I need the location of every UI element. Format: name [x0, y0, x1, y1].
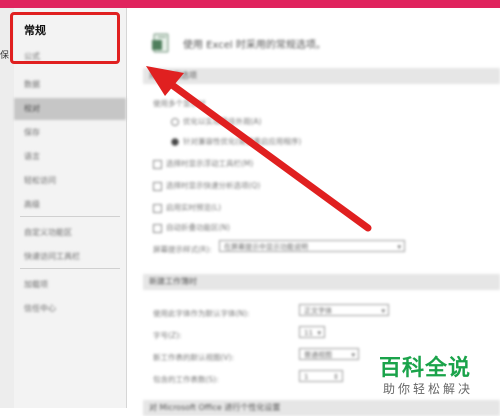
- background-window-strip: 保: [0, 8, 15, 408]
- default-font-select[interactable]: 正文字体 ▾: [299, 304, 389, 316]
- radio-icon: [171, 118, 179, 126]
- default-view-value: 普通视图: [304, 351, 332, 359]
- font-size-value: 11: [304, 329, 313, 337]
- font-size-label: 字号(Z):: [153, 331, 182, 340]
- sidebar-item-advanced[interactable]: 高级: [14, 194, 126, 216]
- sidebar-item-proofing[interactable]: 校对: [14, 98, 126, 120]
- sidebar-item-customize-ribbon[interactable]: 自定义功能区: [14, 222, 126, 244]
- chk-live-preview[interactable]: 启用实时预览(L): [153, 202, 221, 213]
- chk-quick-analysis[interactable]: 选择时显示快速分析选项(Q): [153, 180, 260, 191]
- checkbox-label: 启用实时预览(L): [166, 203, 222, 212]
- watermark-subtitle: 助你轻松解决: [383, 382, 474, 396]
- excel-options-icon: [152, 33, 169, 53]
- checkbox-icon: [153, 203, 162, 213]
- top-accent-bar: [0, 0, 500, 8]
- radio-label: 针对兼容性优化(需要重启应用程序): [183, 137, 302, 146]
- sidebar-item-add-ins[interactable]: 加载项: [14, 274, 126, 296]
- font-value: 正文字体: [304, 307, 332, 315]
- chevron-down-icon: ▾: [381, 307, 385, 315]
- sidebar-item-language[interactable]: 语言: [14, 146, 126, 168]
- sidebar-item-trust-center[interactable]: 信任中心: [14, 298, 126, 320]
- chk-collapse-ribbon[interactable]: 自动折叠功能区(N): [153, 222, 230, 233]
- radio-icon: [171, 138, 179, 146]
- checkbox-label: 选择时显示快速分析选项(Q): [166, 181, 261, 190]
- section-new-workbook: 新建工作簿时: [143, 274, 500, 290]
- section-personalize: 对 Microsoft Office 进行个性化设置: [143, 400, 500, 416]
- watermark-title: 百科全说: [379, 356, 472, 381]
- options-content: 使用 Excel 时采用的常规选项。 用户界面选项 使用多个显示时 优化以实现最…: [127, 8, 500, 416]
- chk-mini-toolbar[interactable]: 选择时显示浮动工具栏(M): [153, 158, 253, 169]
- sidebar-item-quick-access-toolbar[interactable]: 快速访问工具栏: [14, 246, 126, 268]
- sheet-count-stepper[interactable]: 1 ⇕: [299, 370, 343, 382]
- sheet-count-label: 包含的工作表数(S):: [153, 375, 219, 384]
- sidebar-item-save[interactable]: 保存: [14, 122, 126, 144]
- font-size-select[interactable]: 11 ▾: [299, 326, 325, 338]
- checkbox-label: 自动折叠功能区(N): [166, 223, 230, 232]
- sheet-count-value: 1: [304, 373, 309, 381]
- default-font-label: 使用此字体作为默认字体(N):: [153, 309, 250, 318]
- screentip-value: 在屏幕提示中显示功能说明: [224, 243, 308, 251]
- sidebar-item-accessibility[interactable]: 轻松访问: [14, 170, 126, 192]
- checkbox-icon: [153, 159, 162, 169]
- radio-optimize-compat[interactable]: 针对兼容性优化(需要重启应用程序): [171, 136, 301, 147]
- radio-optimize-appearance[interactable]: 优化以实现最佳外观(A): [171, 116, 261, 127]
- checkbox-icon: [153, 181, 162, 191]
- default-view-label: 新工作表的默认视图(V):: [153, 353, 235, 362]
- chevron-down-icon: ▾: [317, 329, 321, 337]
- sidebar-divider: [20, 216, 120, 217]
- screentip-select[interactable]: 在屏幕提示中显示功能说明 ▾: [219, 240, 405, 252]
- section-user-interface: 用户界面选项: [143, 68, 500, 84]
- checkbox-label: 选择时显示浮动工具栏(M): [166, 159, 254, 168]
- default-view-select[interactable]: 普通视图 ▾: [299, 348, 359, 360]
- checkbox-icon: [153, 223, 162, 233]
- chevron-down-icon: ▾: [397, 243, 401, 251]
- sidebar-divider: [20, 268, 120, 269]
- multi-display-label: 使用多个显示时: [153, 99, 206, 108]
- screentip-label: 屏幕提示样式(R):: [153, 245, 212, 254]
- highlight-box: [10, 12, 120, 64]
- options-sidebar: 常规 公式 数据 校对 保存 语言 轻松访问 高级 自定义功能区 快速访问工具栏…: [14, 8, 127, 408]
- chevron-down-icon: ▾: [351, 351, 355, 359]
- radio-label: 优化以实现最佳外观(A): [183, 117, 262, 126]
- background-glyph: 保: [0, 51, 10, 61]
- sidebar-item-data[interactable]: 数据: [14, 74, 126, 96]
- header-description: 使用 Excel 时采用的常规选项。: [183, 40, 326, 51]
- stepper-arrows-icon: ⇕: [333, 373, 339, 381]
